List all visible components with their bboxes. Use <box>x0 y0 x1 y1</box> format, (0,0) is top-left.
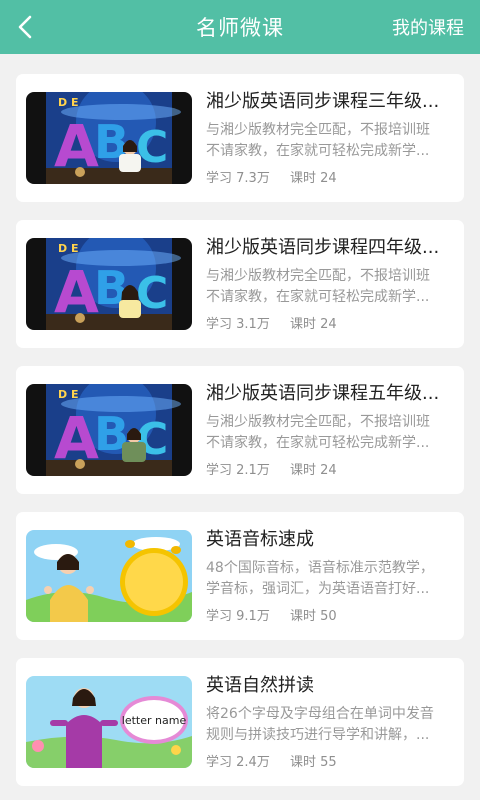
learn-count: 学习 2.4万 <box>206 751 290 770</box>
course-description-line: 不请家教，在家就可轻松完成新学... <box>206 289 430 305</box>
lessons-value: 24 <box>320 463 337 478</box>
course-meta: 学习 9.1万 课时 50 <box>206 605 452 624</box>
lessons-label: 课时 <box>290 463 317 478</box>
lessons-value: 50 <box>320 609 337 624</box>
course-description-line: 学音标，强词汇，为英语语音打好... <box>206 581 430 597</box>
learn-count: 学习 7.3万 <box>206 167 290 186</box>
course-description-line: 不请家教，在家就可轻松完成新学... <box>206 143 430 159</box>
lessons-label: 课时 <box>290 609 317 624</box>
learn-label: 学习 <box>206 171 233 186</box>
learn-label: 学习 <box>206 609 233 624</box>
course-description-line: 48个国际音标，语音标准示范教学， <box>206 560 434 576</box>
learn-value: 2.4万 <box>236 755 270 770</box>
letter-name-board-image: letter name <box>26 676 192 768</box>
course-meta: 学习 2.4万 课时 55 <box>206 751 452 770</box>
course-title: 英语音标速成 <box>206 529 314 550</box>
course-meta: 学习 3.1万 课时 24 <box>206 313 452 332</box>
course-description-line: 不请家教，在家就可轻松完成新学... <box>206 435 430 451</box>
abc-studio-image: D E A B C <box>26 238 192 330</box>
course-title: 湘少版英语同步课程五年级... <box>206 383 440 404</box>
svg-text:D E: D E <box>58 242 78 255</box>
course-description: 48个国际音标，语音标准示范教学， 学音标，强词汇，为英语语音打好... <box>206 558 452 600</box>
course-card[interactable]: D E A B C 湘少版英语同步课程三年级... 与湘少版教材完全匹配，不报培… <box>16 74 464 202</box>
lessons-label: 课时 <box>290 317 317 332</box>
lessons-label: 课时 <box>290 171 317 186</box>
svg-text:D E: D E <box>58 388 78 401</box>
lesson-count: 课时 55 <box>290 751 374 770</box>
course-description-line: 与湘少版教材完全匹配，不报培训班 <box>206 414 430 430</box>
course-card[interactable]: letter name 英语自然拼读 将26个字母及字母组合在单词中发音 规则与… <box>16 658 464 786</box>
back-button[interactable] <box>6 7 46 47</box>
lesson-count: 课时 24 <box>290 459 374 478</box>
course-title: 湘少版英语同步课程三年级... <box>206 91 440 112</box>
chevron-left-icon <box>18 15 32 39</box>
course-thumbnail <box>26 530 192 622</box>
course-description-line: 将26个字母及字母组合在单词中发音 <box>206 706 434 722</box>
learn-value: 7.3万 <box>236 171 270 186</box>
lessons-value: 24 <box>320 317 337 332</box>
course-card[interactable]: D E A B C 湘少版英语同步课程五年级... 与湘少版教材完全匹配，不报培… <box>16 366 464 494</box>
lessons-value: 55 <box>320 755 337 770</box>
abc-studio-image: D E A B C <box>26 92 192 184</box>
learn-value: 9.1万 <box>236 609 270 624</box>
course-title: 英语自然拼读 <box>206 675 314 696</box>
course-description: 将26个字母及字母组合在单词中发音 规则与拼读技巧进行导学和讲解，... <box>206 704 452 746</box>
course-description: 与湘少版教材完全匹配，不报培训班 不请家教，在家就可轻松完成新学... <box>206 266 452 308</box>
learn-count: 学习 2.1万 <box>206 459 290 478</box>
page-title: 名师微课 <box>196 16 284 40</box>
course-card[interactable]: 英语音标速成 48个国际音标，语音标准示范教学， 学音标，强词汇，为英语语音打好… <box>16 512 464 640</box>
lesson-count: 课时 24 <box>290 313 374 332</box>
course-description-line: 规则与拼读技巧进行导学和讲解，... <box>206 727 430 743</box>
learn-label: 学习 <box>206 317 233 332</box>
course-card[interactable]: D E A B C 湘少版英语同步课程四年级... 与湘少版教材完全匹配，不报培… <box>16 220 464 348</box>
course-description-line: 与湘少版教材完全匹配，不报培训班 <box>206 268 430 284</box>
learn-count: 学习 3.1万 <box>206 313 290 332</box>
top-bar: 名师微课 我的课程 <box>0 0 480 54</box>
course-description-line: 与湘少版教材完全匹配，不报培训班 <box>206 122 430 138</box>
learn-value: 2.1万 <box>236 463 270 478</box>
lessons-label: 课时 <box>290 755 317 770</box>
lessons-value: 24 <box>320 171 337 186</box>
learn-label: 学习 <box>206 755 233 770</box>
course-description: 与湘少版教材完全匹配，不报培训班 不请家教，在家就可轻松完成新学... <box>206 120 452 162</box>
abc-studio-image: D E A B C <box>26 384 192 476</box>
lesson-count: 课时 24 <box>290 167 374 186</box>
learn-label: 学习 <box>206 463 233 478</box>
learn-count: 学习 9.1万 <box>206 605 290 624</box>
course-title: 湘少版英语同步课程四年级... <box>206 237 440 258</box>
lesson-count: 课时 50 <box>290 605 374 624</box>
course-description: 与湘少版教材完全匹配，不报培训班 不请家教，在家就可轻松完成新学... <box>206 412 452 454</box>
phonics-cartoon-image <box>26 530 192 622</box>
course-meta: 学习 7.3万 课时 24 <box>206 167 452 186</box>
learn-value: 3.1万 <box>236 317 270 332</box>
thumb-caption: letter name <box>122 714 187 727</box>
svg-text:D E: D E <box>58 96 78 109</box>
course-thumbnail: D E A B C <box>26 238 192 330</box>
course-thumbnail: D E A B C <box>26 384 192 476</box>
my-courses-link[interactable]: 我的课程 <box>392 14 464 40</box>
course-thumbnail: D E A B C <box>26 92 192 184</box>
course-meta: 学习 2.1万 课时 24 <box>206 459 452 478</box>
course-thumbnail: letter name <box>26 676 192 768</box>
